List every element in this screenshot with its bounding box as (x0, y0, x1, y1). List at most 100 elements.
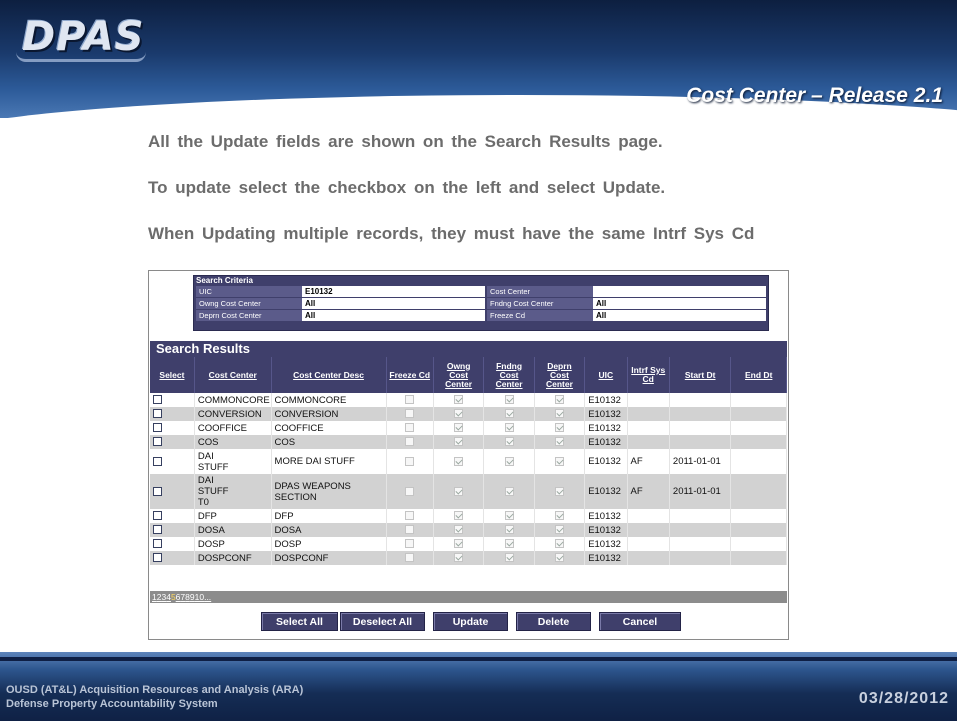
row-select-checkbox[interactable] (153, 539, 162, 549)
deprn-cell (534, 393, 586, 407)
pagination: 12345678910... (150, 591, 787, 603)
column-header-owng[interactable]: Owng Cost Center (433, 357, 485, 393)
criteria-value (593, 286, 766, 297)
table-row: DOSA DOSA E10132 (150, 523, 787, 537)
criteria-row: UIC E10132 Cost Center (196, 286, 768, 297)
uic-cell: E10132 (584, 523, 628, 537)
table-row: COMMONCORE COMMONCORE E10132 (150, 393, 787, 407)
fndng-cell (483, 449, 535, 474)
column-header-start[interactable]: Start Dt (669, 357, 732, 393)
table-row: COOFFICE COOFFICE E10132 (150, 421, 787, 435)
deprn-checkbox (554, 456, 564, 466)
header-line: Center (546, 378, 573, 389)
start-cell: 2011-01-01 (669, 474, 732, 509)
delete-button[interactable]: Delete (516, 612, 591, 631)
desc-cell: MORE DAI STUFF (271, 449, 387, 474)
end-cell (730, 509, 787, 523)
freeze-checkbox (405, 539, 415, 549)
table-row: DFP DFP E10132 (150, 509, 787, 523)
owng-checkbox (454, 553, 464, 563)
owng-cell (433, 449, 485, 474)
row-select-checkbox[interactable] (153, 525, 162, 535)
deprn-cell (534, 435, 586, 449)
fndng-cell (483, 407, 535, 421)
fndng-checkbox (504, 553, 514, 563)
column-header-select[interactable]: Select (150, 357, 195, 393)
select-cell (150, 523, 195, 537)
uic-cell: E10132 (584, 449, 628, 474)
deprn-checkbox (554, 553, 564, 563)
freeze-checkbox (405, 525, 415, 535)
column-header-end[interactable]: End Dt (730, 357, 787, 393)
desc-cell: COOFFICE (271, 421, 387, 435)
update-button[interactable]: Update (433, 612, 508, 631)
end-cell (730, 435, 787, 449)
criteria-value: All (302, 298, 485, 309)
fndng-checkbox (504, 525, 514, 535)
deselect-all-button[interactable]: Deselect All (340, 612, 425, 631)
criteria-label: Cost Center (487, 286, 593, 297)
slide-bullets: All the Update fields are shown on the S… (148, 132, 938, 270)
desc-cell: DOSP (271, 537, 387, 551)
select-all-button[interactable]: Select All (261, 612, 338, 631)
owng-checkbox (454, 539, 464, 549)
owng-cell (433, 509, 485, 523)
column-header-desc[interactable]: Cost Center Desc (271, 357, 387, 393)
uic-cell: E10132 (584, 407, 628, 421)
column-header-intrf[interactable]: Intrf Sys Cd (627, 357, 670, 393)
owng-cell (433, 407, 485, 421)
page-link[interactable]: 10 (195, 592, 204, 602)
freeze-checkbox (405, 456, 415, 466)
freeze-checkbox (405, 511, 415, 521)
freeze-cell (386, 421, 434, 435)
intrf-cell: AF (627, 449, 670, 474)
column-header-freeze[interactable]: Freeze Cd (386, 357, 434, 393)
column-header-deprn[interactable]: Deprn Cost Center (534, 357, 586, 393)
owng-cell (433, 551, 485, 565)
row-select-checkbox[interactable] (153, 486, 162, 496)
row-select-checkbox[interactable] (153, 423, 162, 433)
deprn-cell (534, 551, 586, 565)
cost-center-cell: CONVERSION (194, 407, 272, 421)
fndng-checkbox (504, 511, 514, 521)
column-header-fndng[interactable]: Fndng Cost Center (483, 357, 535, 393)
intrf-cell (627, 551, 670, 565)
uic-cell: E10132 (584, 509, 628, 523)
fndng-cell (483, 523, 535, 537)
row-select-checkbox[interactable] (153, 437, 162, 447)
cancel-button[interactable]: Cancel (599, 612, 681, 631)
freeze-checkbox (405, 486, 415, 496)
cost-center-cell: DAI STUFF T0 (194, 474, 272, 509)
start-cell (669, 421, 732, 435)
row-select-checkbox[interactable] (153, 395, 162, 405)
app-screenshot-panel: Search Criteria UIC E10132 Cost Center O… (148, 270, 789, 640)
desc-cell: DPAS WEAPONS SECTION (271, 474, 387, 509)
desc-cell: COS (271, 435, 387, 449)
page-link-more[interactable]: ... (204, 592, 211, 602)
fndng-checkbox (504, 437, 514, 447)
row-select-checkbox[interactable] (153, 409, 162, 419)
bullet-text: All the Update fields are shown on the S… (148, 132, 663, 151)
row-select-checkbox[interactable] (153, 511, 162, 521)
row-select-checkbox[interactable] (153, 553, 162, 563)
deprn-cell (534, 509, 586, 523)
end-cell (730, 523, 787, 537)
column-header-cost-center[interactable]: Cost Center (194, 357, 272, 393)
row-select-checkbox[interactable] (153, 456, 162, 466)
start-cell: 2011-01-01 (669, 449, 732, 474)
results-table: Select Cost Center Cost Center Desc Free… (150, 357, 787, 565)
deprn-cell (534, 449, 586, 474)
criteria-label: Deprn Cost Center (196, 310, 302, 321)
start-cell (669, 523, 732, 537)
freeze-cell (386, 509, 434, 523)
criteria-value: All (593, 298, 766, 309)
column-header-uic[interactable]: UIC (584, 357, 628, 393)
criteria-label: Owng Cost Center (196, 298, 302, 309)
bullet-text: To update select the checkbox on the lef… (148, 178, 666, 197)
criteria-row: Deprn Cost Center All Freeze Cd All (196, 310, 768, 321)
deprn-checkbox (554, 395, 564, 405)
start-cell (669, 551, 732, 565)
end-cell (730, 551, 787, 565)
search-criteria-box: Search Criteria UIC E10132 Cost Center O… (193, 275, 769, 331)
intrf-cell (627, 393, 670, 407)
